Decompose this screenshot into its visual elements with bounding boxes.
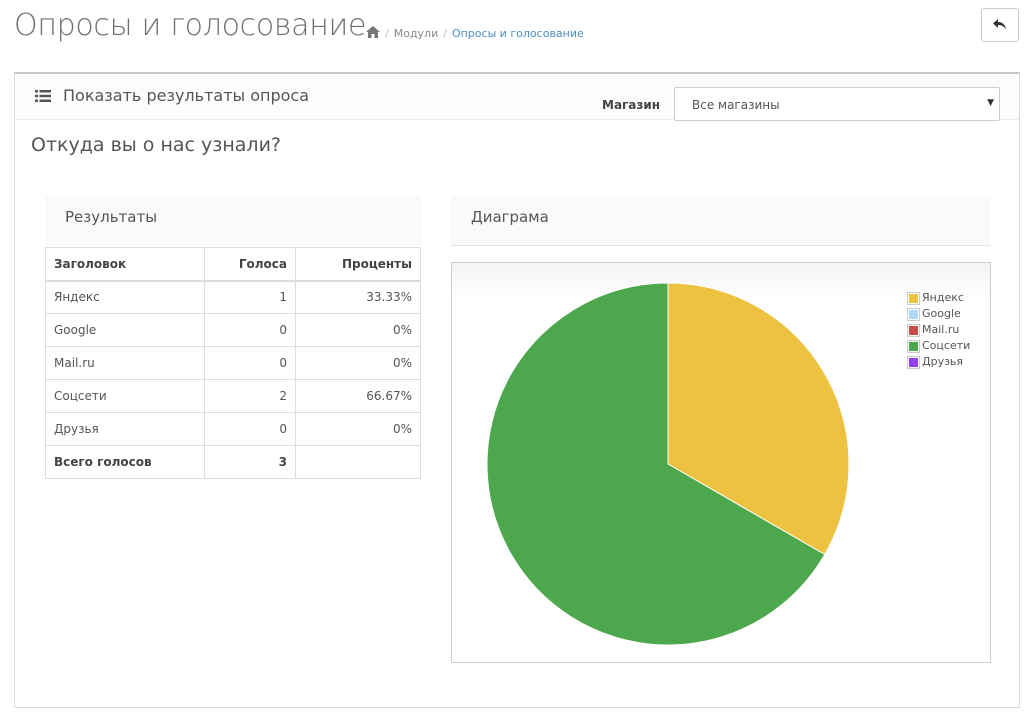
row-votes: 1 [204, 280, 296, 314]
row-percent: 0% [295, 412, 421, 446]
total-votes: 3 [204, 445, 296, 479]
list-icon [35, 89, 51, 102]
total-label: Всего голосов [45, 445, 205, 479]
chart-legend: Яндекс Google Mail.ru Соцсети Друзья [907, 290, 970, 370]
row-percent: 0% [295, 313, 421, 347]
row-percent: 0% [295, 346, 421, 380]
row-title: Друзья [45, 412, 205, 446]
pie-chart: Яндекс Google Mail.ru Соцсети Друзья [451, 262, 991, 663]
caret-down-icon: ▼ [987, 98, 994, 108]
row-percent: 33.33% [295, 280, 421, 314]
results-heading: Результаты [45, 196, 421, 245]
row-title: Соцсети [45, 379, 205, 413]
breadcrumb-separator: / [443, 27, 447, 40]
table-row: Яндекс 1 33.33% [45, 280, 421, 314]
legend-label: Соцсети [922, 339, 971, 352]
table-row: Google 0 0% [45, 313, 421, 347]
home-icon[interactable] [366, 26, 380, 41]
legend-label: Друзья [922, 355, 964, 368]
reply-icon [993, 19, 1006, 30]
legend-item: Яндекс [907, 290, 970, 306]
poll-results-panel: Показать результаты опроса Магазин Все м… [14, 72, 1020, 708]
legend-item: Друзья [907, 354, 970, 370]
column-header-title: Заголовок [45, 247, 205, 282]
breadcrumb: / Модули / Опросы и голосование [366, 26, 584, 41]
panel-heading: Показать результаты опроса Магазин Все м… [15, 74, 1019, 121]
table-row: Друзья 0 0% [45, 412, 421, 446]
row-title: Яндекс [45, 280, 205, 314]
diagram-heading: Диаграма [451, 196, 991, 246]
breadcrumb-polls[interactable]: Опросы и голосование [452, 27, 584, 40]
row-title: Mail.ru [45, 346, 205, 380]
row-votes: 0 [204, 412, 296, 446]
store-select[interactable]: Все магазины ▼ [674, 87, 1000, 121]
panel-title: Показать результаты опроса [35, 86, 309, 105]
legend-item: Соцсети [907, 338, 970, 354]
table-row: Соцсети 2 66.67% [45, 379, 421, 413]
table-header-row: Заголовок Голоса Проценты [45, 247, 421, 282]
row-percent: 66.67% [295, 379, 421, 413]
legend-swatch [907, 291, 920, 305]
legend-swatch [907, 339, 920, 353]
legend-item: Mail.ru [907, 322, 970, 338]
legend-swatch [907, 355, 920, 369]
row-votes: 0 [204, 346, 296, 380]
panel-title-text: Показать результаты опроса [63, 86, 310, 105]
store-select-value: Все магазины [692, 98, 780, 112]
legend-label: Mail.ru [922, 323, 960, 336]
page-title: Опросы и голосование [14, 8, 367, 43]
breadcrumb-modules[interactable]: Модули [394, 27, 439, 40]
total-empty-cell [295, 445, 421, 479]
back-button[interactable] [981, 8, 1019, 42]
store-label: Магазин [602, 98, 661, 112]
total-row: Всего голосов 3 [45, 445, 421, 479]
row-title: Google [45, 313, 205, 347]
table-row: Mail.ru 0 0% [45, 346, 421, 380]
legend-swatch [907, 307, 920, 321]
legend-label: Яндекс [922, 291, 964, 304]
legend-label: Google [922, 307, 961, 320]
breadcrumb-separator: / [385, 27, 389, 40]
row-votes: 0 [204, 313, 296, 347]
poll-question: Откуда вы о нас узнали? [31, 134, 282, 156]
column-header-percent: Проценты [295, 247, 421, 282]
legend-swatch [907, 323, 920, 337]
column-header-votes: Голоса [204, 247, 296, 282]
legend-item: Google [907, 306, 970, 322]
row-votes: 2 [204, 379, 296, 413]
results-table: Заголовок Голоса Проценты Яндекс 1 33.33… [45, 247, 421, 479]
